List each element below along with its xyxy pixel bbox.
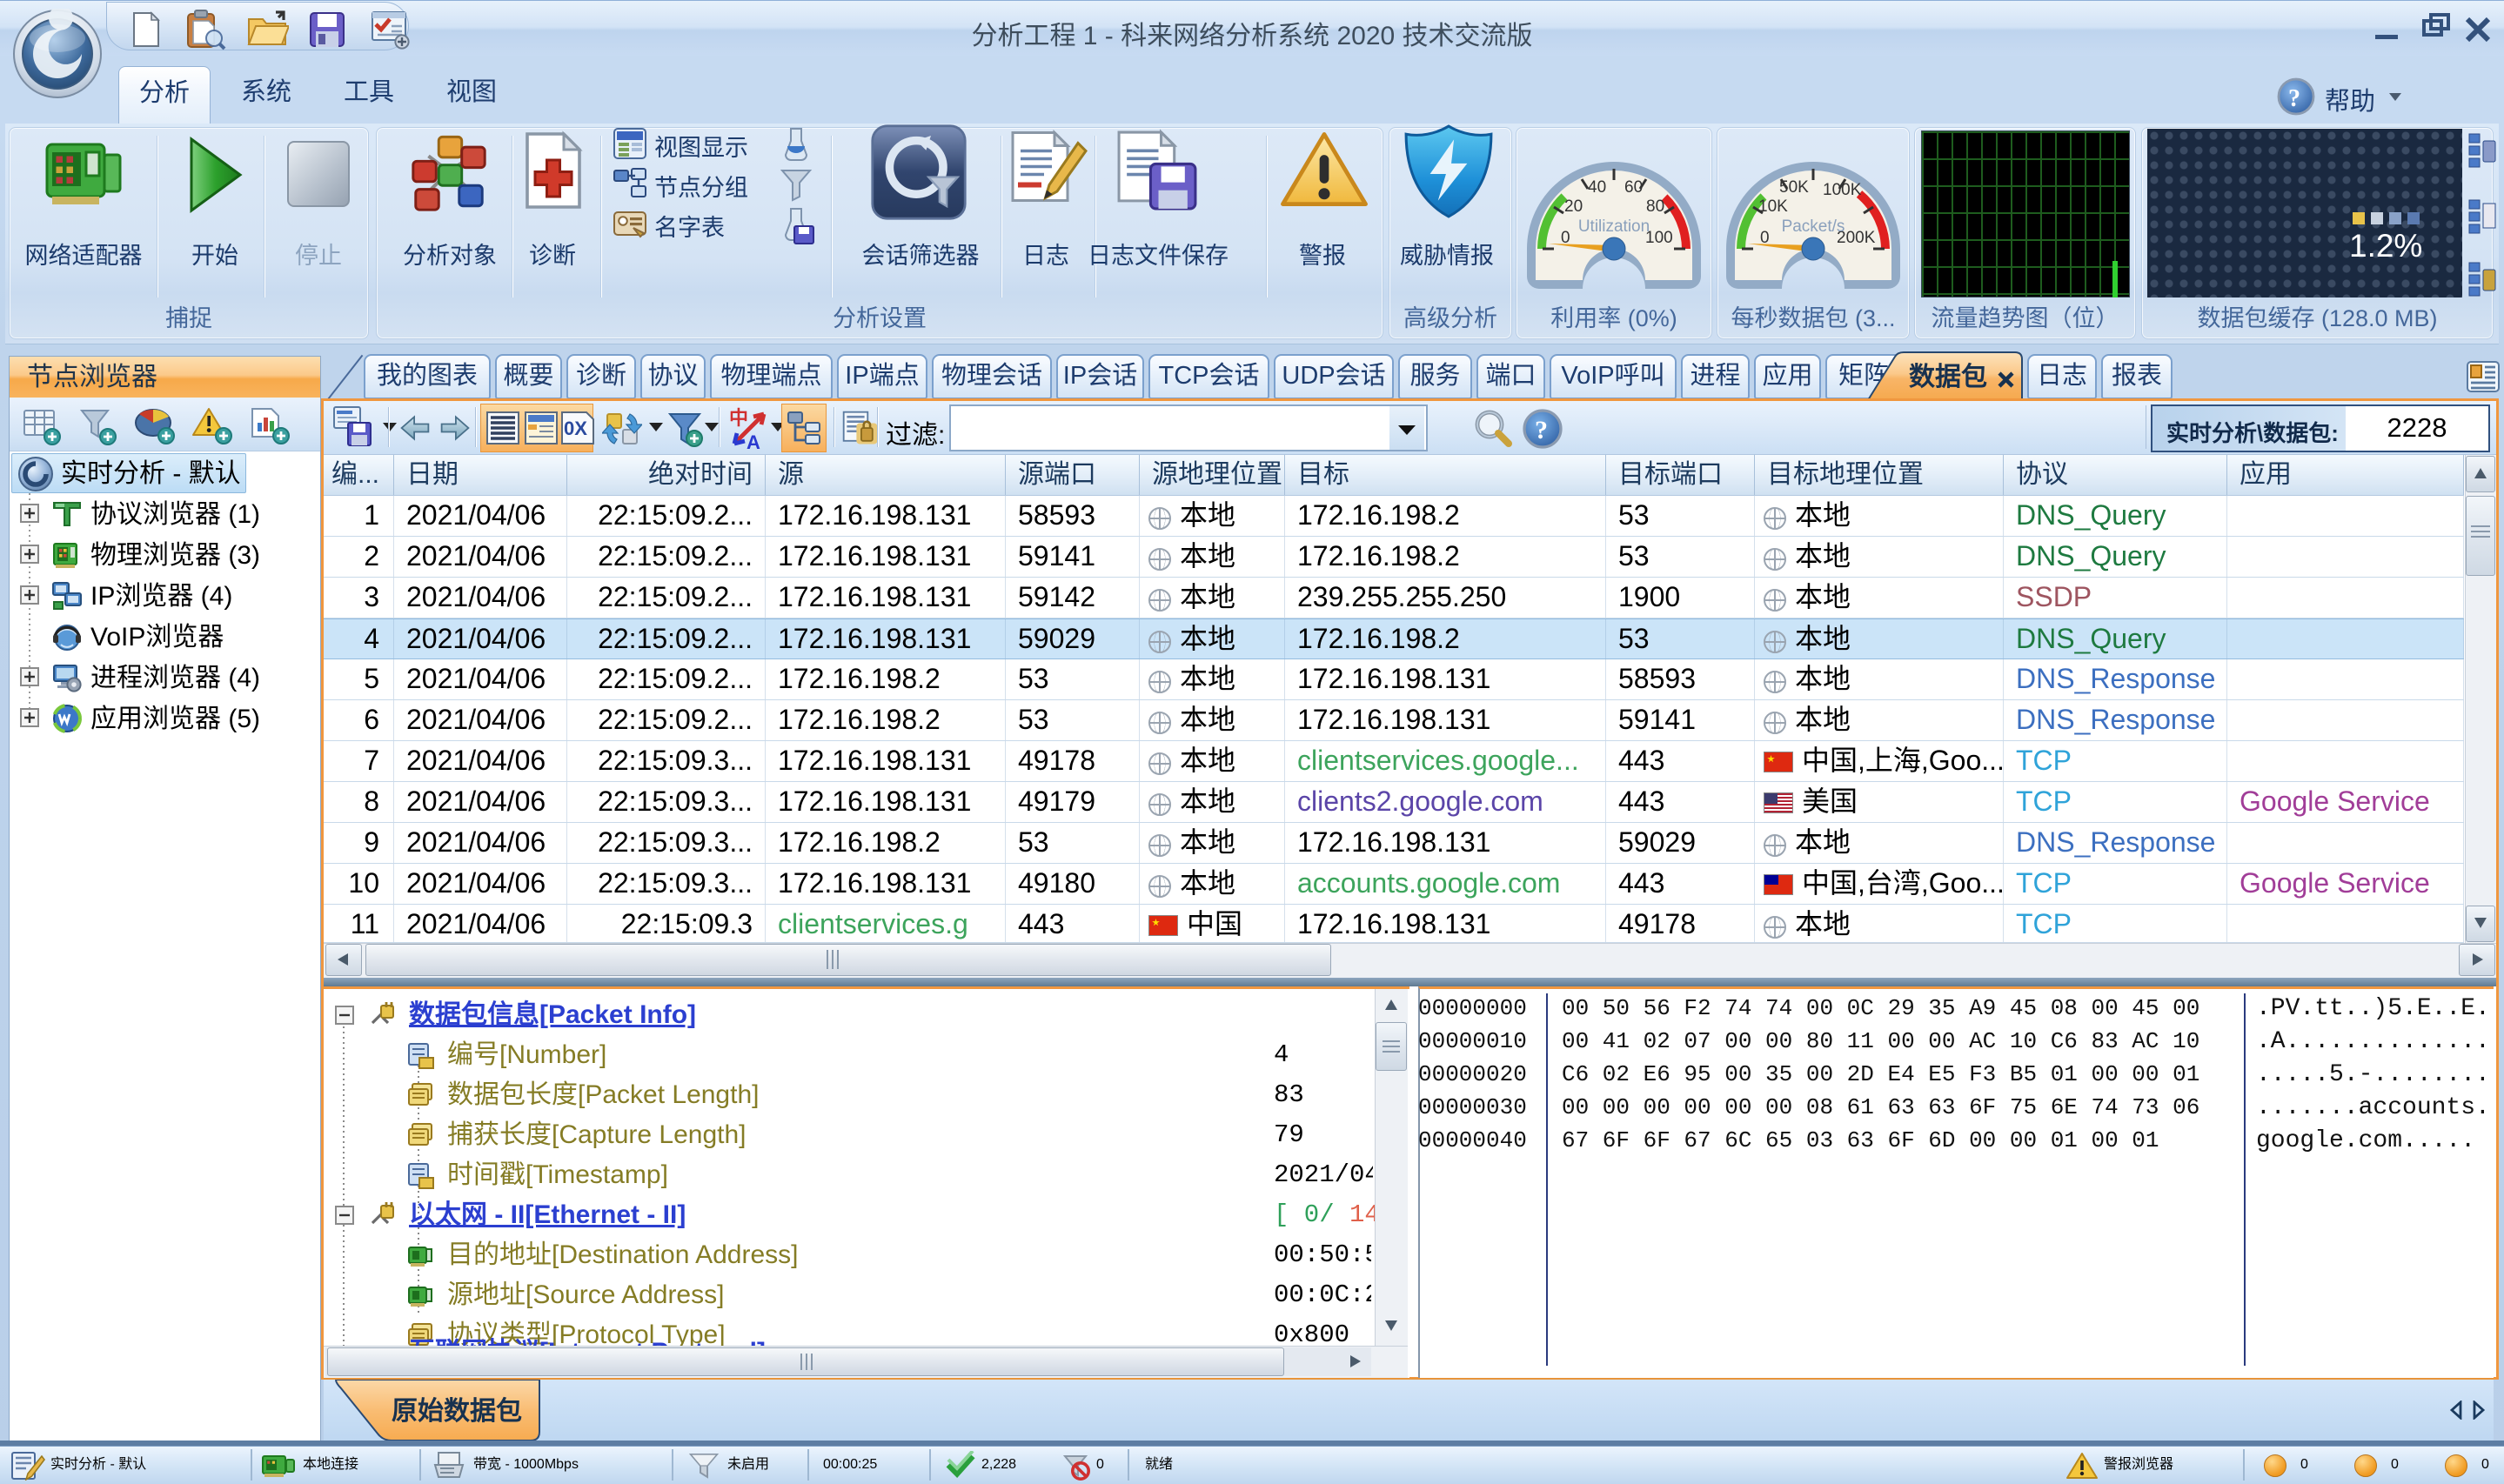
svg-text:A: A (747, 431, 760, 451)
svg-text:80: 80 (1646, 197, 1664, 216)
svg-text:40: 40 (1588, 178, 1606, 197)
svg-text:10K: 10K (1758, 197, 1788, 216)
svg-text:100K: 100K (1823, 181, 1862, 199)
svg-text:0X: 0X (564, 418, 587, 439)
svg-text:20: 20 (1564, 197, 1583, 216)
svg-text:?: ? (2288, 85, 2300, 112)
svg-text:?: ? (1535, 416, 1548, 445)
svg-text:中: 中 (729, 407, 748, 429)
svg-text:Utilization: Utilization (1578, 217, 1650, 236)
svg-text:Packet/s: Packet/s (1782, 217, 1845, 236)
svg-text:数据包: 数据包 (1909, 362, 1987, 391)
svg-text:50K: 50K (1779, 178, 1809, 197)
svg-text:60: 60 (1624, 178, 1643, 197)
svg-text:原始数据包: 原始数据包 (392, 1396, 522, 1426)
